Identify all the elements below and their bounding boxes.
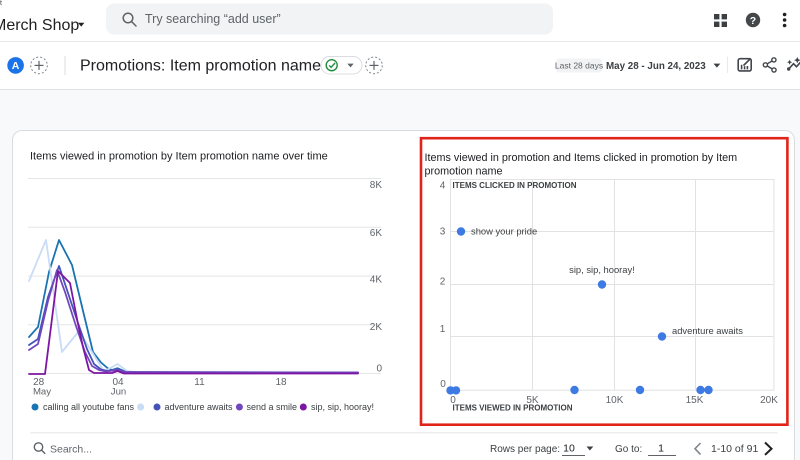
svg-text:3: 3 [440, 227, 446, 238]
svg-text:May: May [33, 386, 51, 397]
svg-text:11: 11 [194, 377, 205, 388]
svg-text:1-10 of 91: 1-10 of 91 [711, 443, 758, 455]
svg-text:Jun: Jun [111, 386, 126, 397]
svg-text:20K: 20K [760, 395, 778, 406]
svg-text:2K: 2K [370, 322, 383, 333]
svg-text:Rows per page:: Rows per page: [490, 444, 560, 455]
svg-text:1: 1 [440, 324, 446, 335]
svg-text:2: 2 [440, 277, 446, 288]
svg-text:6K: 6K [370, 228, 383, 239]
svg-text:adventure awaits: adventure awaits [672, 325, 743, 336]
svg-text:Items viewed in promotion by I: Items viewed in promotion by Item promot… [30, 151, 328, 163]
svg-text:8K: 8K [370, 180, 383, 191]
svg-text:sip, sip, hooray!: sip, sip, hooray! [569, 264, 635, 275]
svg-text:1: 1 [658, 443, 664, 455]
svg-text:calling all youtube fans: calling all youtube fans [43, 402, 135, 412]
svg-text:Search...: Search... [50, 444, 92, 456]
svg-text:Items viewed in promotion and: Items viewed in promotion and Items clic… [425, 152, 738, 164]
svg-text:0: 0 [376, 364, 382, 375]
svg-text:?: ? [750, 15, 756, 27]
svg-text:sip, sip, hooray!: sip, sip, hooray! [311, 402, 374, 412]
svg-text:show your pride: show your pride [471, 226, 537, 237]
svg-text:4: 4 [440, 181, 446, 192]
svg-text:ITEMS CLICKED IN PROMOTION: ITEMS CLICKED IN PROMOTION [453, 181, 577, 190]
svg-text:Promotions: Item promotion nam: Promotions: Item promotion name [80, 58, 321, 75]
svg-text:send a smile: send a smile [247, 402, 298, 412]
svg-text:Last 28 days: Last 28 days [555, 61, 603, 71]
svg-text:A: A [12, 60, 20, 72]
svg-text:ITEMS VIEWED IN PROMOTION: ITEMS VIEWED IN PROMOTION [453, 403, 573, 412]
svg-text:adventure awaits: adventure awaits [165, 402, 234, 412]
svg-text:t: t [0, 0, 2, 7]
svg-text:0: 0 [440, 379, 446, 390]
svg-text:10: 10 [563, 443, 575, 455]
svg-text:15K: 15K [686, 395, 704, 406]
svg-text:Go to:: Go to: [615, 444, 642, 455]
svg-text:promotion name: promotion name [425, 166, 503, 178]
svg-text:18: 18 [275, 377, 287, 388]
svg-text:Try searching “add user”: Try searching “add user” [145, 12, 281, 26]
svg-text:4K: 4K [370, 275, 383, 286]
svg-text:10K: 10K [606, 395, 624, 406]
svg-text:May 28 - Jun 24, 2023: May 28 - Jun 24, 2023 [606, 61, 706, 72]
svg-text:Merch Shop: Merch Shop [0, 17, 79, 34]
